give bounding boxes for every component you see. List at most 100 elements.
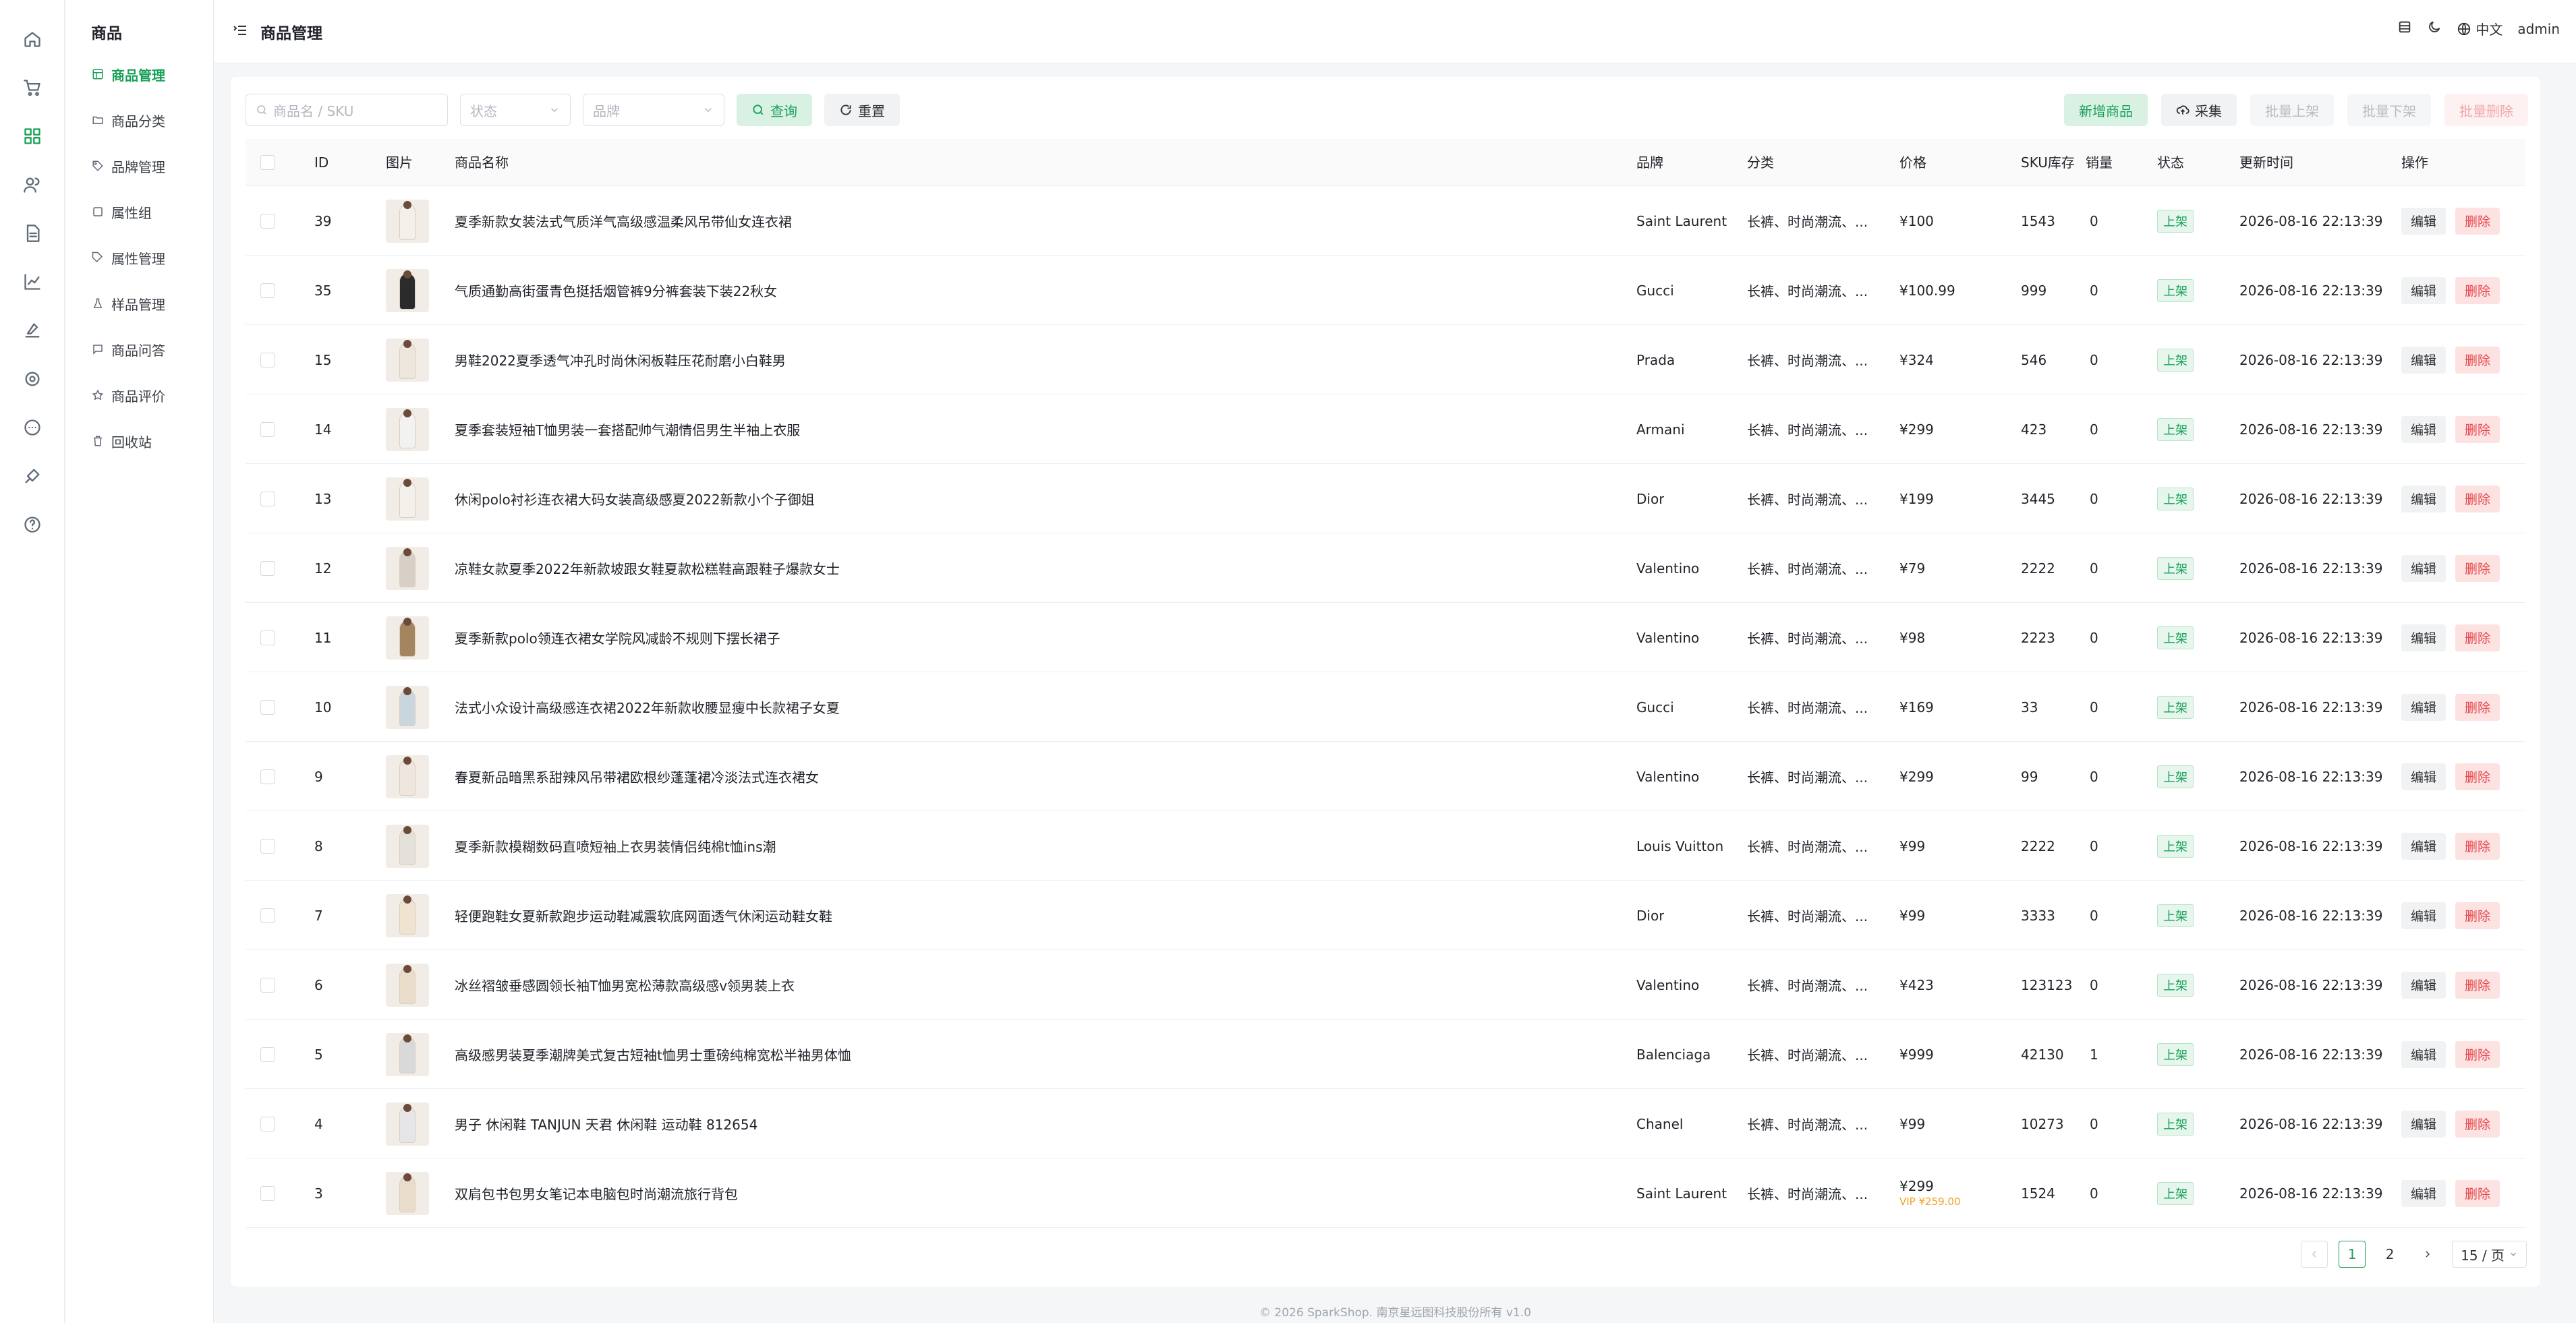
product-thumbnail[interactable] — [386, 533, 429, 603]
product-thumbnail[interactable] — [386, 811, 429, 881]
product-thumbnail[interactable] — [386, 1089, 429, 1158]
delete-button[interactable]: 删除 — [2455, 346, 2500, 374]
row-checkbox[interactable] — [260, 742, 275, 811]
sidebar-item-attr[interactable]: 属性管理 — [91, 244, 165, 271]
brand-select[interactable]: 品牌 — [583, 94, 724, 126]
delete-button[interactable]: 删除 — [2455, 624, 2500, 651]
delete-button[interactable]: 删除 — [2455, 207, 2500, 235]
sidebar-item-attr-group[interactable]: 属性组 — [91, 198, 152, 225]
status-select[interactable]: 状态 — [460, 94, 571, 126]
edit-button[interactable]: 编辑 — [2401, 1110, 2446, 1138]
delete-button[interactable]: 删除 — [2455, 902, 2500, 929]
reset-button[interactable]: 重置 — [824, 94, 900, 126]
row-checkbox[interactable] — [260, 256, 275, 325]
sidebar-item-trash[interactable]: 回收站 — [91, 428, 152, 454]
delete-button[interactable]: 删除 — [2455, 832, 2500, 860]
sidebar-item-sample[interactable]: 样品管理 — [91, 290, 165, 317]
delete-button[interactable]: 删除 — [2455, 1110, 2500, 1138]
product-thumbnail[interactable] — [386, 1020, 429, 1089]
row-checkbox[interactable] — [260, 186, 275, 256]
home-icon[interactable] — [20, 27, 45, 51]
batch-on-shelf-button[interactable]: 批量上架 — [2250, 94, 2334, 126]
product-thumbnail[interactable] — [386, 881, 429, 950]
delete-button[interactable]: 删除 — [2455, 415, 2500, 443]
edit-button[interactable]: 编辑 — [2401, 693, 2446, 721]
plugin-icon[interactable] — [20, 464, 45, 488]
product-thumbnail[interactable] — [386, 325, 429, 394]
product-thumbnail[interactable] — [386, 394, 429, 464]
product-thumbnail[interactable] — [386, 950, 429, 1020]
product-thumbnail[interactable] — [386, 672, 429, 742]
row-checkbox[interactable] — [260, 811, 275, 881]
delete-button[interactable]: 删除 — [2455, 1179, 2500, 1207]
edit-button[interactable]: 编辑 — [2401, 763, 2446, 790]
product-thumbnail[interactable] — [386, 1158, 429, 1228]
product-thumbnail[interactable] — [386, 742, 429, 811]
delete-button[interactable]: 删除 — [2455, 763, 2500, 790]
dark-mode-icon[interactable] — [2427, 20, 2442, 38]
edit-button[interactable]: 编辑 — [2401, 1179, 2446, 1207]
next-page-button[interactable] — [2414, 1241, 2441, 1268]
add-product-button[interactable]: 新增商品 — [2064, 94, 2148, 126]
row-checkbox[interactable] — [260, 394, 275, 464]
row-checkbox[interactable] — [260, 533, 275, 603]
row-checkbox[interactable] — [260, 464, 275, 533]
search-input[interactable]: 商品名 / SKU — [246, 94, 448, 126]
edit-button[interactable]: 编辑 — [2401, 971, 2446, 999]
collect-button[interactable]: 采集 — [2161, 94, 2237, 126]
row-checkbox[interactable] — [260, 325, 275, 394]
edit-button[interactable]: 编辑 — [2401, 902, 2446, 929]
product-thumbnail[interactable] — [386, 603, 429, 672]
delete-button[interactable]: 删除 — [2455, 554, 2500, 582]
edit-button[interactable]: 编辑 — [2401, 276, 2446, 304]
row-checkbox[interactable] — [260, 1158, 275, 1228]
edit-button[interactable]: 编辑 — [2401, 485, 2446, 512]
product-thumbnail[interactable] — [386, 256, 429, 325]
cart-icon[interactable] — [20, 76, 45, 100]
row-checkbox[interactable] — [260, 603, 275, 672]
delete-button[interactable]: 删除 — [2455, 693, 2500, 721]
edit-button[interactable]: 编辑 — [2401, 832, 2446, 860]
message-icon[interactable] — [20, 415, 45, 440]
delete-button[interactable]: 删除 — [2455, 276, 2500, 304]
paint-icon[interactable] — [20, 318, 45, 343]
user-menu[interactable]: admin — [2517, 21, 2560, 37]
row-checkbox[interactable] — [260, 1089, 275, 1158]
menu-toggle-icon[interactable] — [232, 22, 248, 38]
prev-page-button[interactable] — [2301, 1241, 2328, 1268]
row-checkbox[interactable] — [260, 881, 275, 950]
row-checkbox[interactable] — [260, 950, 275, 1020]
users-icon[interactable] — [20, 173, 45, 197]
language-switch[interactable]: 中文 — [2457, 19, 2502, 38]
edit-button[interactable]: 编辑 — [2401, 1040, 2446, 1068]
edit-button[interactable]: 编辑 — [2401, 554, 2446, 582]
page-1-button[interactable]: 1 — [2339, 1241, 2366, 1268]
batch-delete-button[interactable]: 批量删除 — [2444, 94, 2528, 126]
document-icon[interactable] — [20, 221, 45, 245]
product-grid-icon[interactable] — [20, 124, 45, 148]
edit-button[interactable]: 编辑 — [2401, 415, 2446, 443]
product-thumbnail[interactable] — [386, 186, 429, 256]
edit-button[interactable]: 编辑 — [2401, 207, 2446, 235]
sidebar-item-review[interactable]: 商品评价 — [91, 382, 165, 409]
delete-button[interactable]: 删除 — [2455, 971, 2500, 999]
settings-icon[interactable] — [20, 367, 45, 391]
row-checkbox[interactable] — [260, 672, 275, 742]
delete-button[interactable]: 删除 — [2455, 1040, 2500, 1068]
page-2-button[interactable]: 2 — [2376, 1241, 2403, 1268]
delete-button[interactable]: 删除 — [2455, 485, 2500, 512]
batch-off-shelf-button[interactable]: 批量下架 — [2347, 94, 2431, 126]
edit-button[interactable]: 编辑 — [2401, 624, 2446, 651]
page-size-select[interactable]: 15 / 页 — [2452, 1241, 2527, 1268]
sidebar-item-brand[interactable]: 品牌管理 — [91, 152, 165, 179]
edit-button[interactable]: 编辑 — [2401, 346, 2446, 374]
row-checkbox[interactable] — [260, 1020, 275, 1089]
help-icon[interactable] — [20, 512, 45, 537]
product-thumbnail[interactable] — [386, 464, 429, 533]
fullscreen-icon[interactable] — [2397, 20, 2412, 38]
sidebar-item-product-management[interactable]: 商品管理 — [91, 61, 165, 88]
select-all-checkbox[interactable] — [260, 155, 275, 170]
sidebar-item-category[interactable]: 商品分类 — [91, 107, 165, 134]
chart-icon[interactable] — [20, 270, 45, 294]
sidebar-item-qa[interactable]: 商品问答 — [91, 336, 165, 363]
